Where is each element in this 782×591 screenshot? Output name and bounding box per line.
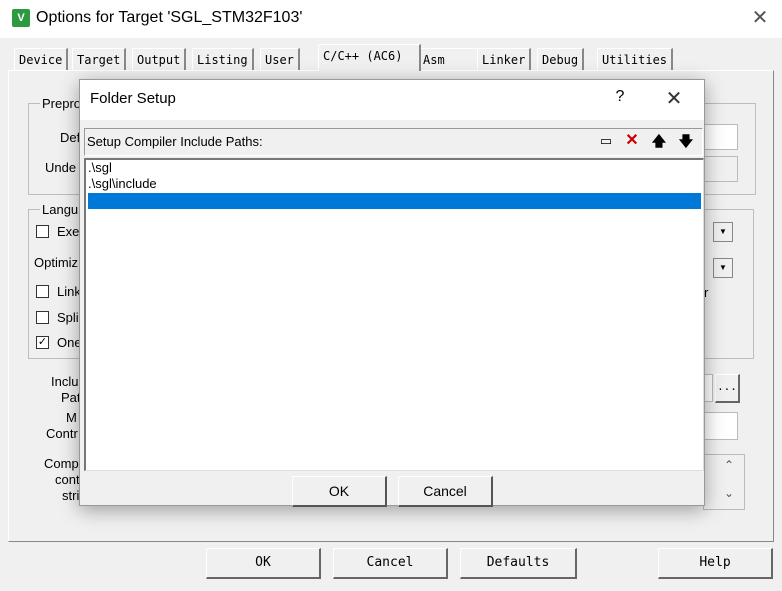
- tab-user[interactable]: User: [260, 48, 300, 71]
- tab-target[interactable]: Target: [72, 48, 127, 71]
- tab-output[interactable]: Output: [132, 48, 187, 71]
- include-paths-label-2: Pat: [61, 390, 81, 405]
- help-icon[interactable]: ?: [610, 88, 630, 106]
- one-label: One: [57, 335, 82, 350]
- scroll-down-icon[interactable]: ⌄: [724, 486, 734, 500]
- include-paths-label: Inclu: [51, 374, 79, 389]
- compiler-control-label-3: stri: [62, 488, 80, 503]
- window-titlebar: V Options for Target 'SGL_STM32F103' ✕: [0, 0, 782, 38]
- one-checkbox[interactable]: ✓: [36, 336, 49, 349]
- preprocessor-group-label: Prepro: [40, 96, 84, 111]
- window-title: Options for Target 'SGL_STM32F103': [36, 9, 303, 26]
- tab-asm[interactable]: Asm: [418, 48, 479, 71]
- list-item[interactable]: .\sgl\include: [88, 176, 701, 192]
- cancel-button[interactable]: Cancel: [333, 548, 448, 579]
- split-label: Spli: [57, 310, 79, 325]
- ok-button[interactable]: OK: [206, 548, 321, 579]
- exe-checkbox[interactable]: [36, 225, 49, 238]
- delete-icon[interactable]: ✕: [621, 131, 643, 151]
- folder-setup-dialog: Folder Setup ? ✕ Setup Compiler Include …: [79, 79, 705, 507]
- dialog-titlebar: Folder Setup ? ✕: [80, 80, 704, 120]
- include-paths-header-label: Setup Compiler Include Paths:: [87, 134, 263, 149]
- dialog-title: Folder Setup: [90, 90, 176, 107]
- language-group-label: Langu: [40, 202, 81, 217]
- dialog-ok-button[interactable]: OK: [292, 476, 387, 507]
- move-up-icon[interactable]: 🡅: [648, 131, 670, 151]
- window-close-icon[interactable]: ✕: [748, 6, 772, 30]
- combo-dropdown-icon[interactable]: ▼: [713, 222, 733, 242]
- tab-debug[interactable]: Debug: [537, 48, 585, 71]
- dialog-close-icon[interactable]: ✕: [662, 86, 686, 111]
- undefine-label: Unde: [45, 160, 77, 175]
- move-down-icon[interactable]: 🡇: [675, 131, 697, 151]
- defaults-button[interactable]: Defaults: [460, 548, 577, 579]
- dialog-cancel-button[interactable]: Cancel: [398, 476, 493, 507]
- compiler-control-label-2: cont: [55, 472, 80, 487]
- tab-utilities[interactable]: Utilities: [597, 48, 674, 71]
- misc-controls-label-2: Contr: [46, 426, 78, 441]
- misc-controls-input[interactable]: [703, 412, 738, 440]
- split-checkbox[interactable]: [36, 311, 49, 324]
- compiler-control-label: Comp: [44, 456, 79, 471]
- define-input[interactable]: [703, 124, 738, 150]
- new-folder-icon[interactable]: ▭: [595, 131, 617, 151]
- link-label: Link: [57, 284, 81, 299]
- tab-listing[interactable]: Listing: [192, 48, 254, 71]
- list-item[interactable]: .\sgl: [88, 160, 701, 176]
- define-label: Def: [60, 130, 81, 145]
- exe-label: Exe: [57, 224, 80, 239]
- list-item-selected[interactable]: [88, 193, 701, 209]
- combo-dropdown-icon-2[interactable]: ▼: [713, 258, 733, 278]
- undefine-input: [703, 156, 738, 182]
- include-paths-header: Setup Compiler Include Paths: ▭ ✕ 🡅 🡇: [84, 128, 703, 156]
- include-paths-browse-button[interactable]: ...: [715, 374, 740, 403]
- link-checkbox[interactable]: [36, 285, 49, 298]
- include-paths-list[interactable]: .\sgl .\sgl\include: [84, 158, 704, 471]
- scroll-up-icon[interactable]: ⌃: [724, 458, 734, 472]
- keil-app-icon: V: [12, 9, 30, 27]
- optimize-label: Optimiz: [34, 255, 79, 270]
- misc-controls-label: M: [66, 410, 77, 425]
- tab-cpp-ac6[interactable]: C/C++ (AC6): [318, 44, 421, 71]
- tab-linker[interactable]: Linker: [477, 48, 532, 71]
- tab-device[interactable]: Device: [14, 48, 69, 71]
- help-button[interactable]: Help: [658, 548, 773, 579]
